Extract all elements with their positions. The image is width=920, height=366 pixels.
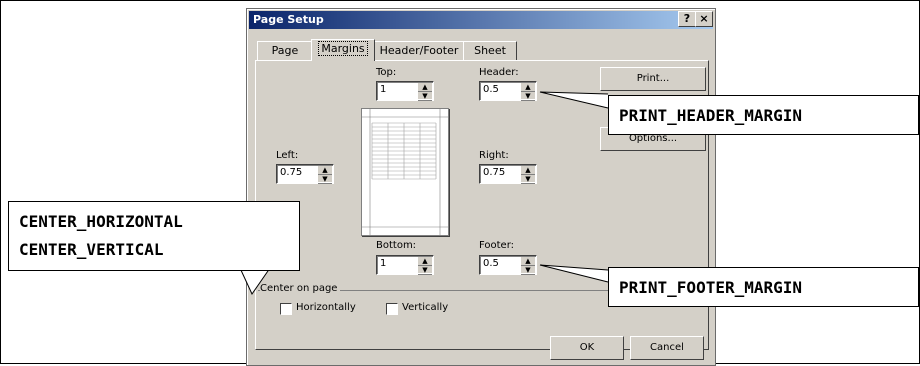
- tab-margins[interactable]: Margins: [311, 39, 375, 61]
- center-callout: CENTER_HORIZONTAL CENTER_VERTICAL: [8, 201, 300, 271]
- center-horizontal-text: CENTER_HORIZONTAL: [19, 212, 183, 231]
- header-margin-callout: PRINT_HEADER_MARGIN: [608, 95, 919, 135]
- footer-margin-callout: PRINT_FOOTER_MARGIN: [608, 267, 919, 307]
- callout-pointers: [239, 91, 609, 296]
- center-vertical-text: CENTER_VERTICAL: [19, 240, 164, 259]
